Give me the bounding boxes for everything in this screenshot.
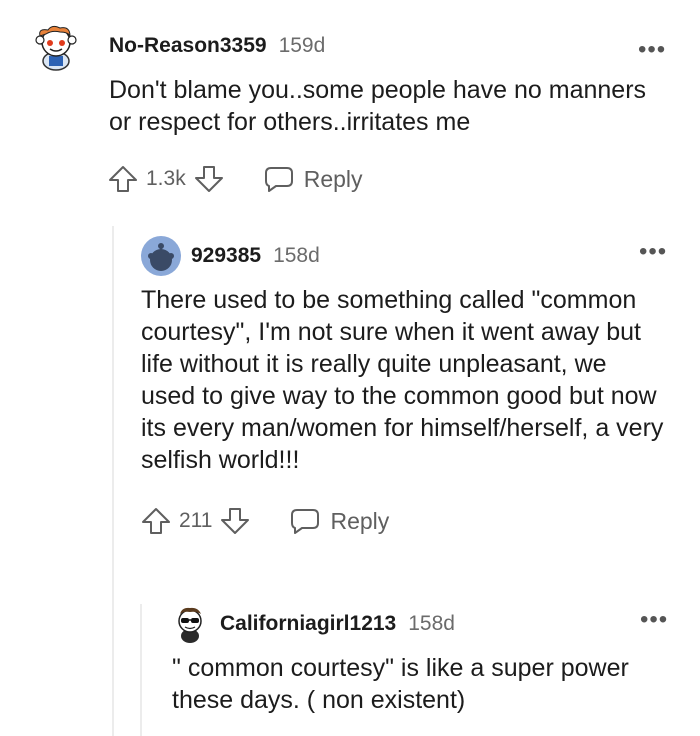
comment-1: No-Reason3359 159d ••• Don't blame you..…: [30, 25, 680, 194]
comment-3: Californiagirl1213 158d ••• " common cou…: [172, 604, 682, 716]
user-avatar[interactable]: [172, 604, 212, 644]
upvote-button[interactable]: [108, 164, 138, 194]
snoo-sunglasses-avatar-icon: [178, 607, 202, 643]
upvote-arrow-icon: [142, 508, 170, 534]
user-avatar[interactable]: [141, 236, 181, 276]
comment-header: No-Reason3359 159d: [30, 25, 680, 71]
thread-line-1: [112, 226, 114, 736]
more-options-icon[interactable]: •••: [638, 38, 666, 62]
vote-score: 211: [179, 509, 213, 532]
downvote-button[interactable]: [220, 506, 250, 536]
downvote-button[interactable]: [194, 164, 224, 194]
reply-label: Reply: [303, 165, 363, 192]
upvote-button[interactable]: [141, 506, 171, 536]
reply-button[interactable]: Reply: [290, 507, 389, 535]
thread-line-2: [140, 604, 142, 736]
vote-score: 1.3k: [146, 167, 186, 190]
downvote-arrow-icon: [221, 508, 250, 534]
username[interactable]: Californiagirl1213: [220, 612, 396, 636]
reply-label: Reply: [330, 507, 390, 534]
downvote-arrow-icon: [194, 166, 223, 192]
upvote-arrow-icon: [109, 166, 137, 192]
more-options-icon[interactable]: •••: [640, 608, 668, 632]
snoo-default-avatar-icon: [148, 243, 174, 271]
comment-actions: 1.3k Reply: [108, 164, 680, 194]
comment-age: 158d: [273, 244, 320, 267]
comment-text: " common courtesy" is like a super power…: [172, 654, 629, 714]
username[interactable]: No-Reason3359: [109, 34, 267, 58]
comment-age: 159d: [278, 34, 326, 57]
comment-header: 929385 158d: [141, 236, 681, 276]
comment-2: 929385 158d ••• There used to be somethi…: [141, 236, 681, 536]
speech-bubble-icon: [291, 509, 320, 534]
comment-text: There used to be something called "commo…: [141, 286, 664, 474]
comment-age: 158d: [408, 612, 455, 635]
speech-bubble-icon: [264, 167, 293, 192]
user-avatar[interactable]: [30, 20, 82, 72]
comment-header: Californiagirl1213 158d: [172, 604, 682, 644]
comment-text: Don't blame you..some people have no man…: [109, 76, 647, 136]
username[interactable]: 929385: [191, 244, 261, 268]
reply-button[interactable]: Reply: [264, 165, 363, 193]
snoo-avatar-icon: [35, 25, 77, 71]
more-options-icon[interactable]: •••: [639, 240, 667, 264]
comment-actions: 211 Reply: [141, 506, 681, 536]
